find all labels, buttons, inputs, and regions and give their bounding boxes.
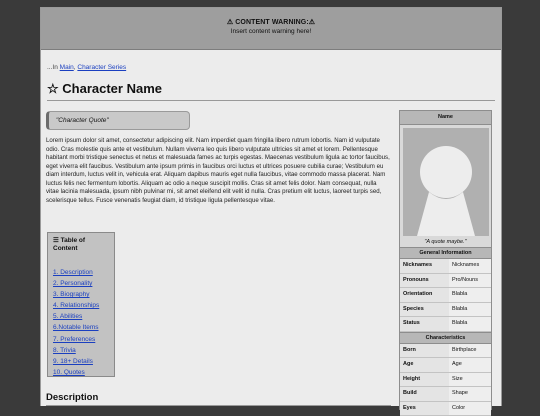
- infobox-label: Eyes: [400, 402, 449, 416]
- toc-link-relationships[interactable]: 4. Relationships: [53, 302, 99, 309]
- toc-link-description[interactable]: 1. Description: [53, 269, 93, 276]
- toc-link-preferences[interactable]: 7. Preferences: [53, 336, 95, 343]
- infobox-label: Build: [400, 387, 449, 401]
- toc-link-quotes[interactable]: 10. Quotes: [53, 369, 85, 376]
- toc-list: 1. Description 2. Personality 3. Biograp…: [53, 267, 109, 378]
- toc-heading: ☰ Table of Content: [53, 237, 109, 253]
- toc-link-notable-items[interactable]: 6.Notable Items: [53, 324, 99, 331]
- infobox-label: Height: [400, 373, 449, 387]
- infobox-value: Birthplace: [449, 344, 491, 358]
- character-placeholder-image: [403, 128, 489, 236]
- infobox-row-age: Age Age: [400, 358, 491, 373]
- infobox-row-eyes: Eyes Color: [400, 402, 491, 416]
- character-quote-box: "Character Quote": [46, 111, 190, 130]
- infobox-value: Shape: [449, 387, 491, 401]
- toc-link-abilities[interactable]: 5. Abilities: [53, 313, 82, 320]
- section-heading-description: Description: [46, 392, 391, 406]
- infobox-name: Name: [400, 111, 491, 125]
- infobox-row-born: Born Birthplace: [400, 344, 491, 359]
- infobox-row-status: Status Blabla: [400, 317, 491, 332]
- infobox-label: Orientation: [400, 288, 449, 302]
- infobox-value: Blabla: [449, 303, 491, 317]
- avatar-silhouette-icon: [403, 128, 489, 236]
- infobox-row-pronouns: Pronouns Pro/Nouns: [400, 274, 491, 289]
- infobox-row-height: Height Size: [400, 373, 491, 388]
- intro-paragraph: Lorem ipsum dolor sit amet, consectetur …: [46, 137, 391, 205]
- infobox-label: Age: [400, 358, 449, 372]
- toc-link-18-details[interactable]: 9. 18+ Details: [53, 358, 93, 365]
- infobox-general-heading: General Information: [400, 247, 491, 259]
- infobox-label: Pronouns: [400, 274, 449, 288]
- toc-link-trivia[interactable]: 8. Trivia: [53, 347, 76, 354]
- infobox-row-nicknames: Nicknames Nicknames: [400, 259, 491, 274]
- infobox-label: Nicknames: [400, 259, 449, 273]
- infobox-value: Nicknames: [449, 259, 491, 273]
- infobox-caption: "A quote maybe.": [400, 239, 491, 247]
- toc-link-personality[interactable]: 2. Personality: [53, 280, 92, 287]
- infobox-value: Age: [449, 358, 491, 372]
- infobox-value: Blabla: [449, 317, 491, 331]
- infobox-characteristics-heading: Characteristics: [400, 332, 491, 344]
- infobox-row-species: Species Blabla: [400, 303, 491, 318]
- infobox-label: Status: [400, 317, 449, 331]
- table-of-contents: ☰ Table of Content 1. Description 2. Per…: [47, 232, 115, 377]
- infobox-label: Born: [400, 344, 449, 358]
- character-infobox: Name "A quote maybe." General Informatio…: [399, 110, 492, 410]
- infobox-value: Blabla: [449, 288, 491, 302]
- toc-link-biography[interactable]: 3. Biography: [53, 291, 90, 298]
- infobox-value: Size: [449, 373, 491, 387]
- infobox-row-build: Build Shape: [400, 387, 491, 402]
- infobox-label: Species: [400, 303, 449, 317]
- infobox-row-orientation: Orientation Blabla: [400, 288, 491, 303]
- infobox-value: Pro/Nouns: [449, 274, 491, 288]
- infobox-value: Color: [449, 402, 491, 416]
